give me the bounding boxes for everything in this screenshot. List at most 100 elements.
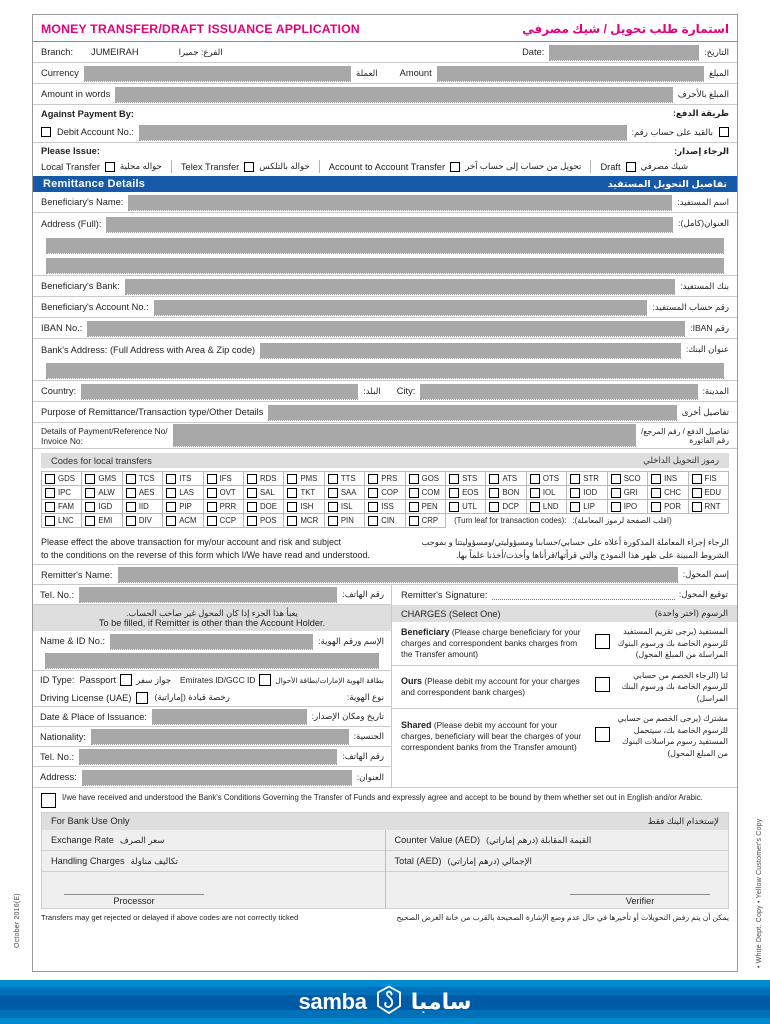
beneficiary-address-input-1[interactable] (106, 217, 674, 233)
code-checkbox-iss[interactable] (368, 501, 379, 512)
code-checkbox-gri[interactable] (610, 487, 621, 498)
code-cell-ipo[interactable]: IPO (606, 499, 649, 514)
code-checkbox-str[interactable] (570, 473, 581, 484)
code-cell-iod[interactable]: IOD (566, 485, 608, 500)
issue-option-telex-transfer[interactable]: Telex Transfer حواله بالتلكس (172, 161, 319, 172)
code-cell-ifs[interactable]: IFS (202, 471, 245, 486)
code-cell-tkt[interactable]: TKT (283, 485, 325, 500)
beneficiary-address-input-2[interactable] (46, 238, 724, 254)
code-cell-sco[interactable]: SCO (606, 471, 649, 486)
code-checkbox-las[interactable] (166, 487, 177, 498)
consent-checkbox[interactable] (41, 793, 56, 808)
code-checkbox-tcs[interactable] (125, 473, 136, 484)
code-cell-emi[interactable]: EMI (81, 513, 123, 528)
code-cell-tts[interactable]: TTS (323, 471, 366, 486)
id-option-license-checkbox[interactable] (136, 691, 149, 704)
issue-option-local-transfer-checkbox[interactable] (104, 161, 115, 172)
code-checkbox-acm[interactable] (166, 515, 177, 526)
date-input[interactable] (549, 45, 700, 61)
id-option-emirates-checkbox[interactable] (259, 674, 272, 686)
charges-option-beneficiary[interactable]: Beneficiary (Please charge beneficiary f… (392, 622, 737, 666)
code-cell-ats[interactable]: ATS (485, 471, 527, 486)
code-cell-doe[interactable]: DOE (243, 499, 285, 514)
code-cell-iid[interactable]: IID (121, 499, 164, 514)
code-cell-prs[interactable]: PRS (364, 471, 406, 486)
code-cell-lnd[interactable]: LND (525, 499, 568, 514)
holder-name-id-input-2[interactable] (45, 653, 379, 669)
code-cell-ins[interactable]: INS (647, 471, 689, 486)
charges-option-shared[interactable]: Shared (Please debit my account for your… (392, 709, 737, 763)
code-cell-com[interactable]: COM (404, 485, 447, 500)
beneficiary-name-input[interactable] (128, 195, 673, 211)
remitter-signature-line[interactable] (491, 590, 675, 600)
code-checkbox-pin[interactable] (327, 515, 338, 526)
code-cell-pin[interactable]: PIN (323, 513, 366, 528)
code-checkbox-div[interactable] (125, 515, 136, 526)
code-cell-cop[interactable]: COP (364, 485, 406, 500)
country-input[interactable] (81, 384, 359, 400)
code-checkbox-lnc[interactable] (45, 515, 55, 526)
code-cell-pos[interactable]: POS (243, 513, 285, 528)
code-cell-gms[interactable]: GMS (81, 471, 123, 486)
code-cell-rnt[interactable]: RNT (687, 499, 729, 514)
remitter-tel-input[interactable] (79, 587, 338, 603)
code-cell-sal[interactable]: SAL (243, 485, 285, 500)
code-cell-gos[interactable]: GOS (404, 471, 447, 486)
code-cell-dcp[interactable]: DCP (485, 499, 527, 514)
code-cell-lnc[interactable]: LNC (40, 513, 83, 528)
code-cell-alw[interactable]: ALW (81, 485, 123, 500)
code-cell-mcr[interactable]: MCR (283, 513, 325, 528)
code-checkbox-sts[interactable] (449, 473, 460, 484)
code-cell-div[interactable]: DIV (121, 513, 164, 528)
code-checkbox-prr[interactable] (206, 501, 217, 512)
code-cell-tcs[interactable]: TCS (121, 471, 164, 486)
beneficiary-address-input-3[interactable] (46, 258, 724, 274)
code-cell-acm[interactable]: ACM (162, 513, 204, 528)
beneficiary-account-input[interactable] (153, 300, 648, 316)
code-cell-pms[interactable]: PMS (283, 471, 325, 486)
code-checkbox-igd[interactable] (85, 501, 96, 512)
code-checkbox-ots[interactable] (529, 473, 540, 484)
bank-address-input-1[interactable] (260, 343, 681, 359)
total-aed-cell[interactable]: Total (AED) الإجمالي (درهم إماراتي) (385, 851, 728, 872)
code-checkbox-ovt[interactable] (206, 487, 217, 498)
code-checkbox-ish[interactable] (287, 501, 298, 512)
code-checkbox-isl[interactable] (327, 501, 338, 512)
code-cell-utl[interactable]: UTL (445, 499, 487, 514)
code-checkbox-sal[interactable] (247, 487, 258, 498)
bank-address-input-2[interactable] (46, 363, 724, 379)
code-checkbox-cop[interactable] (368, 487, 379, 498)
issue-option-telex-transfer-checkbox[interactable] (244, 161, 255, 172)
debit-account-input[interactable] (139, 125, 627, 141)
code-cell-ish[interactable]: ISH (283, 499, 325, 514)
code-checkbox-com[interactable] (408, 487, 419, 498)
payment-details-input[interactable] (172, 424, 637, 447)
code-cell-crp[interactable]: CRP (404, 513, 447, 528)
code-checkbox-emi[interactable] (85, 515, 96, 526)
code-cell-iol[interactable]: IOL (525, 485, 568, 500)
code-checkbox-edu[interactable] (691, 487, 702, 498)
charges-option-ours-checkbox[interactable] (595, 677, 610, 693)
issue-option-draft-checkbox[interactable] (625, 161, 636, 172)
code-checkbox-iid[interactable] (125, 501, 136, 512)
code-cell-gds[interactable]: GDS (40, 471, 83, 486)
code-cell-lip[interactable]: LIP (566, 499, 608, 514)
code-cell-aes[interactable]: AES (121, 485, 164, 500)
amount-words-input[interactable] (115, 87, 673, 103)
issue-option-account-to-account[interactable]: Account to Account Transfer تحويل من حسا… (320, 161, 591, 172)
code-cell-gri[interactable]: GRI (606, 485, 649, 500)
code-checkbox-prs[interactable] (368, 473, 379, 484)
code-checkbox-chc[interactable] (651, 487, 662, 498)
id-option-passport-checkbox[interactable] (120, 674, 133, 686)
counter-value-cell[interactable]: Counter Value (AED) القيمة المقابلة (دره… (385, 830, 728, 851)
code-checkbox-lip[interactable] (570, 501, 581, 512)
code-checkbox-aes[interactable] (125, 487, 136, 498)
charges-option-ours[interactable]: Ours (Please debit my account for your c… (392, 666, 737, 709)
code-cell-prr[interactable]: PRR (202, 499, 245, 514)
code-checkbox-doe[interactable] (247, 501, 258, 512)
nationality-input[interactable] (91, 729, 349, 745)
issue-option-draft[interactable]: Draft شيك مصرفي (591, 161, 688, 172)
city-input[interactable] (420, 384, 698, 400)
code-checkbox-tts[interactable] (327, 473, 338, 484)
code-cell-str[interactable]: STR (566, 471, 608, 486)
